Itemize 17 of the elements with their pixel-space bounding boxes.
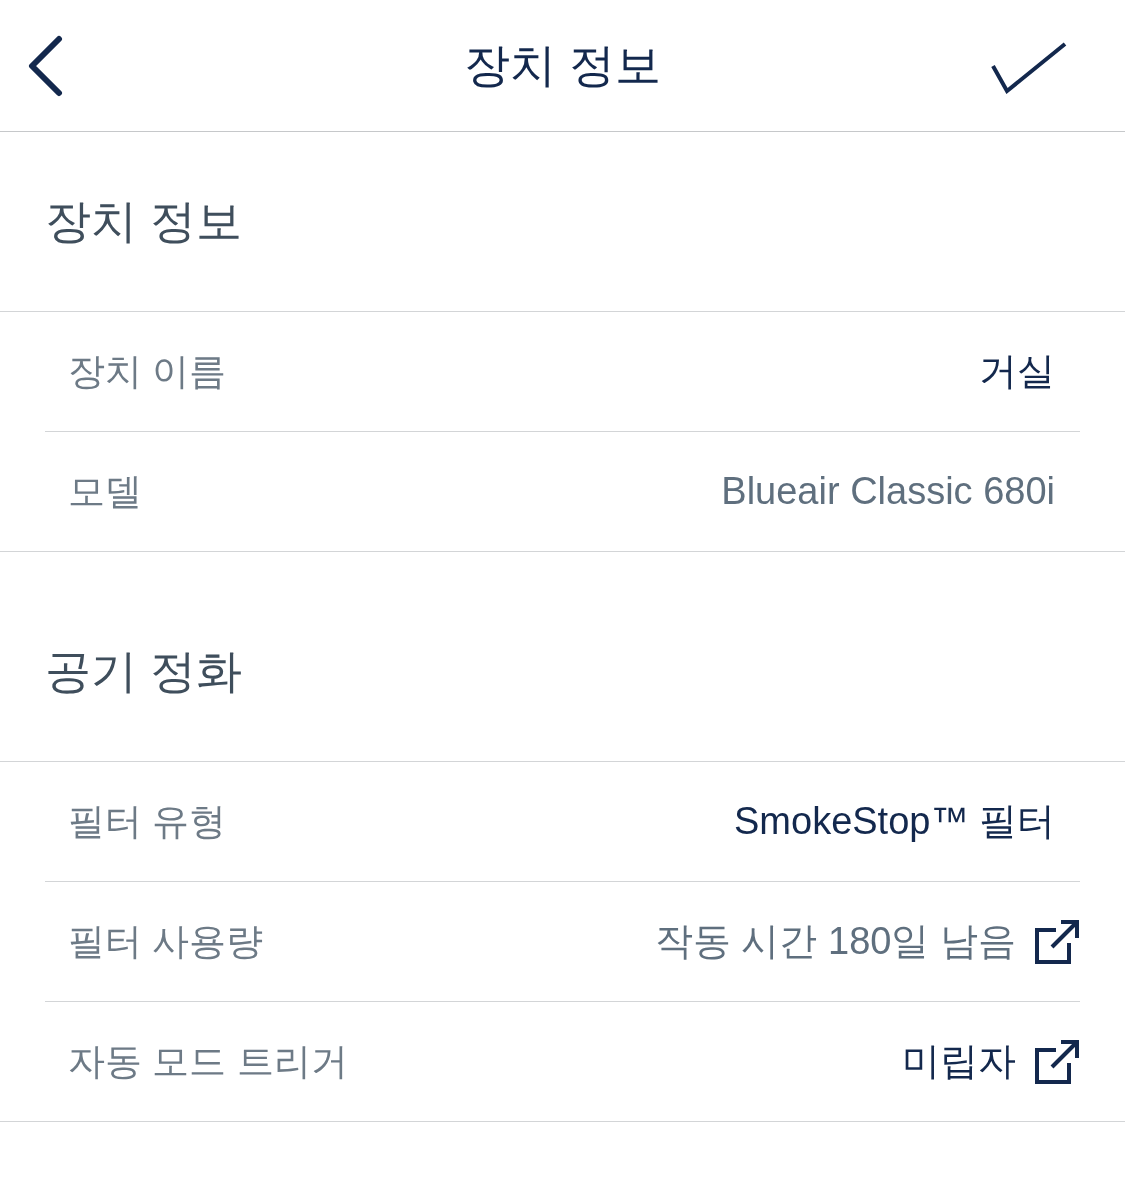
row-label: 필터 사용량: [68, 919, 264, 964]
screen-title: 장치 정보: [464, 37, 661, 93]
row-value[interactable]: 작동 시간 180일 남음: [654, 916, 1016, 967]
section-title: 장치 정보: [45, 193, 242, 249]
row-value[interactable]: 미립자: [902, 1036, 1016, 1087]
external-link-icon[interactable]: [1034, 918, 1080, 965]
row-label: 장치 이름: [68, 349, 227, 394]
external-link-icon[interactable]: [1034, 1038, 1080, 1085]
section-title: 공기 정화: [45, 643, 242, 699]
back-chevron-icon: [27, 34, 63, 97]
row-value[interactable]: SmokeStop™ 필터: [734, 796, 1055, 847]
row-value: Blueair Classic 680i: [721, 470, 1055, 513]
row-label: 모델: [68, 469, 142, 514]
row-value[interactable]: 거실: [979, 346, 1055, 397]
row-label: 필터 유형: [68, 799, 227, 844]
row-label: 자동 모드 트리거: [68, 1039, 348, 1084]
checkmark-icon: [991, 41, 1067, 94]
